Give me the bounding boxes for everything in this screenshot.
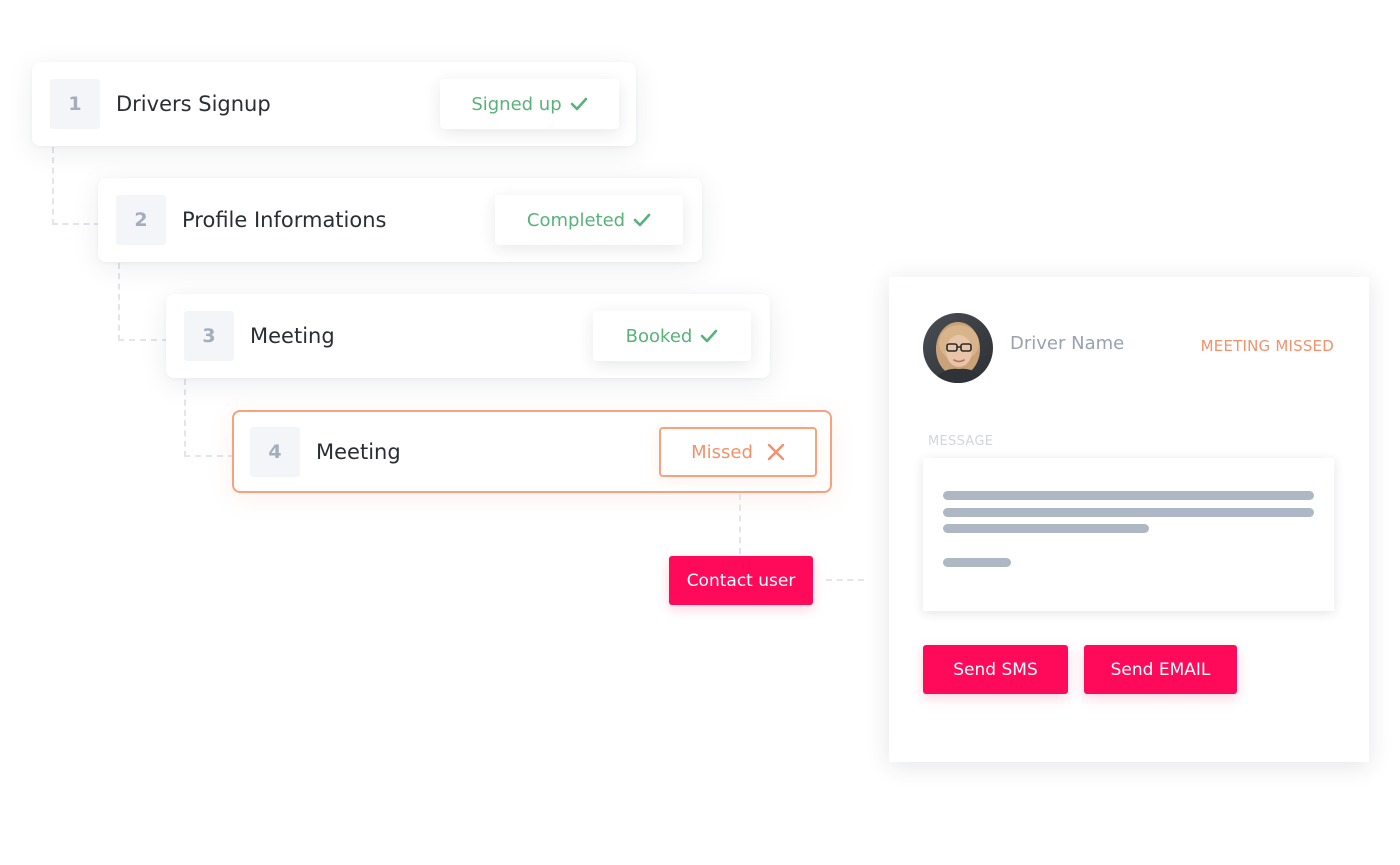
connector-step-contact <box>739 494 741 554</box>
connector-1-2 <box>52 147 100 225</box>
step-card-4[interactable]: 4 Meeting Missed <box>232 410 832 493</box>
step-number: 4 <box>250 427 300 477</box>
step-title: Drivers Signup <box>116 92 271 116</box>
step-number: 3 <box>184 311 234 361</box>
placeholder-line <box>943 491 1314 500</box>
onboarding-flow: 1 Drivers Signup Signed up 2 Profile Inf… <box>0 0 1400 865</box>
meeting-missed-label: MEETING MISSED <box>1200 337 1334 355</box>
close-icon <box>767 443 785 461</box>
status-label: Completed <box>526 209 626 231</box>
placeholder-line <box>943 524 1149 533</box>
status-label: Booked <box>625 325 693 347</box>
avatar <box>923 313 993 383</box>
status-badge-missed: Missed <box>659 427 817 477</box>
step-card-1[interactable]: 1 Drivers Signup Signed up <box>32 62 636 146</box>
step-card-2[interactable]: 2 Profile Informations Completed <box>98 178 702 262</box>
message-textarea[interactable] <box>923 458 1334 611</box>
message-label: MESSAGE <box>928 434 994 449</box>
connector-contact-panel <box>826 579 864 581</box>
status-badge-completed: Completed <box>495 195 683 245</box>
contact-user-button[interactable]: Contact user <box>669 556 813 605</box>
step-number: 2 <box>116 195 166 245</box>
check-icon <box>633 213 651 227</box>
driver-contact-panel: Driver Name MEETING MISSED MESSAGE Send … <box>889 277 1369 762</box>
send-sms-button[interactable]: Send SMS <box>923 645 1068 694</box>
check-icon <box>570 97 587 111</box>
status-badge-booked: Booked <box>593 311 751 361</box>
connector-2-3 <box>118 263 168 341</box>
driver-name: Driver Name <box>1010 333 1125 354</box>
step-title: Meeting <box>316 440 401 464</box>
status-badge-signed-up: Signed up <box>440 79 619 129</box>
step-number: 1 <box>50 79 100 129</box>
step-title: Profile Informations <box>182 208 387 232</box>
send-email-button[interactable]: Send EMAIL <box>1084 645 1237 694</box>
step-card-3[interactable]: 3 Meeting Booked <box>166 294 770 378</box>
placeholder-line <box>943 508 1314 517</box>
step-title: Meeting <box>250 324 335 348</box>
placeholder-line <box>943 558 1011 567</box>
status-label: Missed <box>691 441 753 463</box>
status-label: Signed up <box>471 93 562 115</box>
connector-3-4 <box>184 379 234 457</box>
check-icon <box>701 329 718 343</box>
